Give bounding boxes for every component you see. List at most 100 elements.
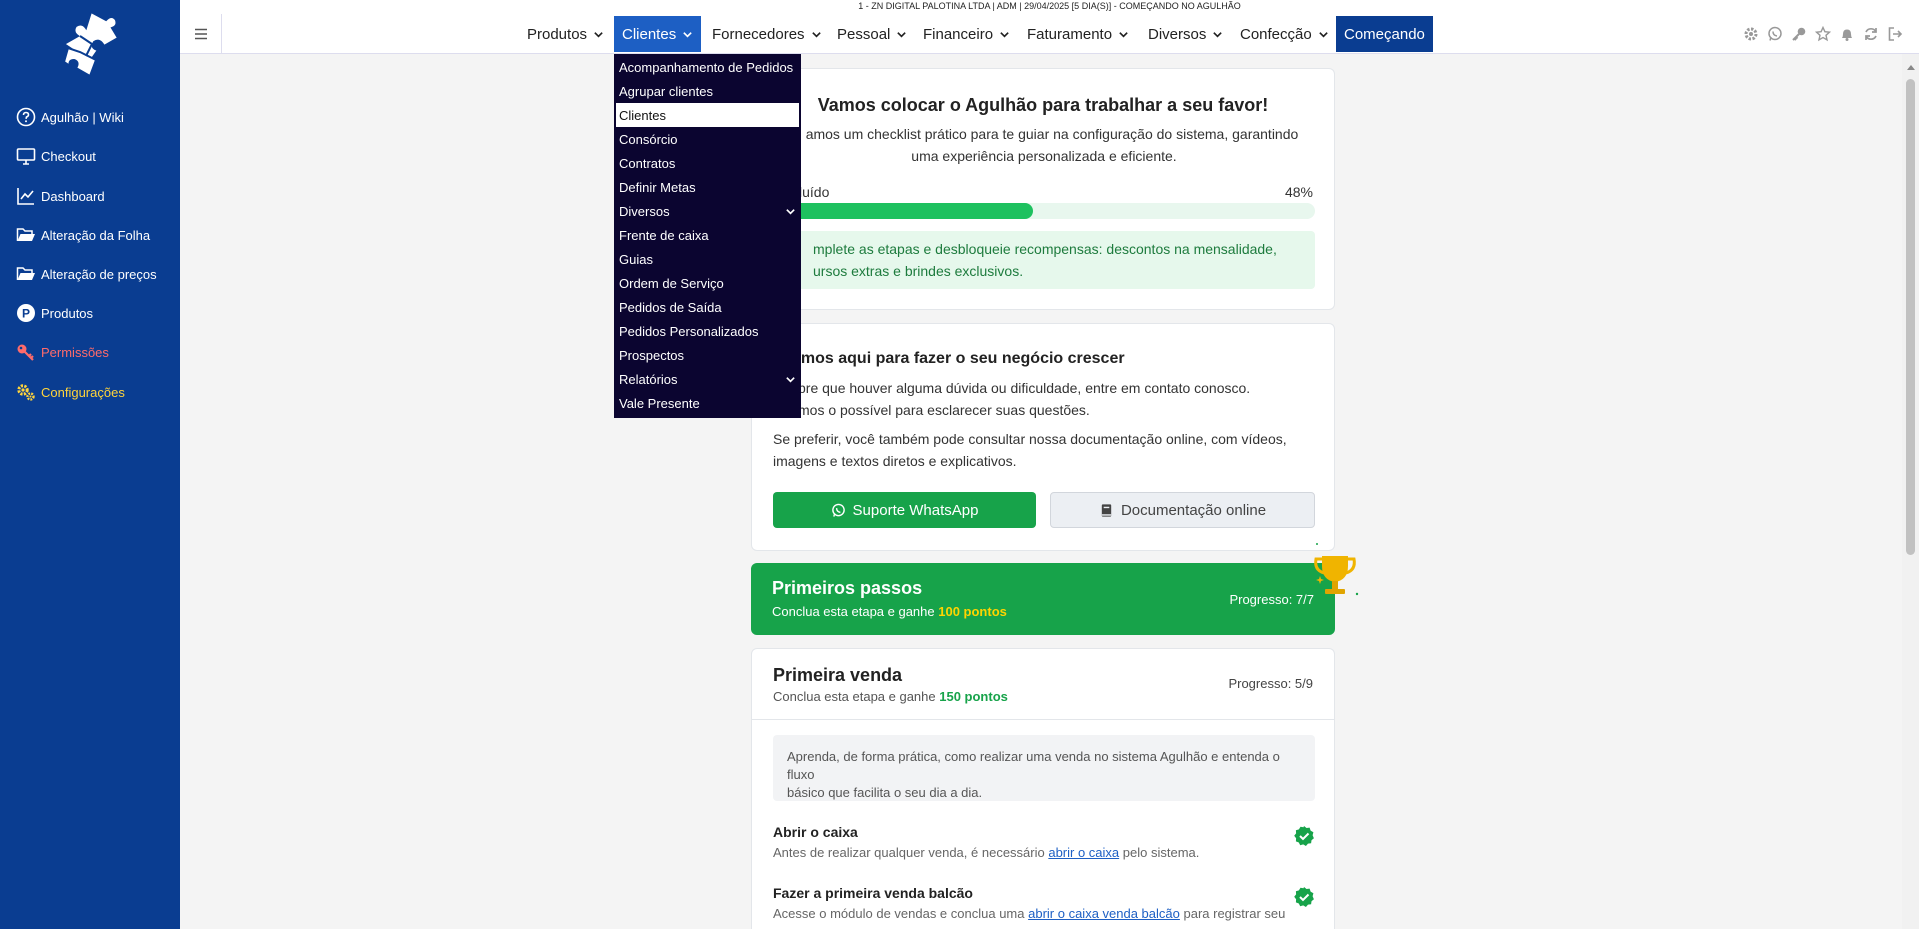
chevron-down-icon	[1213, 31, 1223, 38]
menu-item-agrupar-clientes[interactable]: Agrupar clientes	[614, 79, 801, 103]
sign-out-icon[interactable]	[1886, 25, 1903, 42]
intro-line1: Aprenda, de forma prática, como realizar…	[787, 749, 1280, 782]
nav-fornecedores[interactable]: Fornecedores	[704, 16, 830, 52]
first-steps-progress: Progresso: 7/7	[1229, 592, 1314, 607]
first-steps-title: Primeiros passos	[772, 578, 923, 598]
folder-open-icon	[16, 228, 35, 241]
welcome-desc-line1: amos um checklist prático para te guiar …	[805, 126, 1299, 142]
sidebar-item-alteracao-folha[interactable]: Alteração da Folha	[16, 222, 150, 248]
first-steps-subtitle-text: Conclua esta etapa e ganhe	[772, 604, 939, 619]
task-title: Abrir o caixa	[773, 824, 858, 840]
key-icon[interactable]	[1790, 25, 1807, 42]
menu-item-acompanhamento-pedidos[interactable]: Acompanhamento de Pedidos	[614, 55, 801, 79]
docs-button-label: Documentação online	[1120, 501, 1267, 519]
svg-text:P: P	[22, 307, 30, 321]
star-icon[interactable]	[1814, 25, 1831, 42]
menu-item-label: Guias	[619, 251, 653, 267]
menu-item-label: Ordem de Serviço	[619, 275, 724, 291]
trophy-icon	[1314, 543, 1359, 596]
divider	[752, 719, 1334, 720]
support-line4: imagens e textos diretos e explicativos.	[773, 453, 1017, 469]
bell-icon[interactable]	[1838, 25, 1855, 42]
sidebar-item-label: Checkout	[41, 148, 96, 164]
sidebar-item-configuracoes[interactable]: Configurações	[16, 379, 125, 405]
menu-item-pedidos-personalizados[interactable]: Pedidos Personalizados	[614, 319, 801, 343]
menu-item-vale-presente[interactable]: Vale Presente	[614, 391, 801, 415]
nav-faturamento[interactable]: Faturamento	[1019, 16, 1137, 52]
menu-item-diversos[interactable]: Diversos	[614, 199, 801, 223]
gear-icon[interactable]	[1742, 25, 1759, 42]
chevron-down-icon	[1318, 31, 1328, 38]
sidebar-item-checkout[interactable]: Checkout	[16, 143, 96, 169]
sidebar-item-dashboard[interactable]: Dashboard	[16, 183, 105, 209]
nav-label: Produtos	[527, 25, 588, 43]
sidebar: Agulhão | Wiki Checkout Dashboard Altera…	[0, 0, 180, 929]
whatsapp-icon	[831, 503, 845, 517]
support-line3: Se preferir, você também pode consultar …	[773, 431, 1287, 447]
first-sale-progress: Progresso: 5/9	[1228, 676, 1313, 691]
menu-item-ordem-servico[interactable]: Ordem de Serviço	[614, 271, 801, 295]
menu-item-frente-caixa[interactable]: Frente de caixa	[614, 223, 801, 247]
nav-comecando[interactable]: Começando	[1336, 16, 1433, 52]
abrir-caixa-link[interactable]: abrir o caixa	[1048, 845, 1119, 860]
refresh-icon[interactable]	[1862, 25, 1879, 42]
menu-item-guias[interactable]: Guias	[614, 247, 801, 271]
support-title: amos aqui para fazer o seu negócio cresc…	[792, 350, 1125, 367]
nav-clientes[interactable]: Clientes	[614, 16, 702, 52]
menu-item-prospectos[interactable]: Prospectos	[614, 343, 801, 367]
menu-item-pedidos-saida[interactable]: Pedidos de Saída	[614, 295, 801, 319]
sidebar-item-permissoes[interactable]: Permissões	[16, 339, 109, 365]
rewards-alert: mplete as etapas e desbloqueie recompens…	[773, 231, 1315, 289]
nav-label: Faturamento	[1027, 25, 1113, 43]
whatsapp-button-label: Suporte WhatsApp	[852, 501, 979, 519]
task-desc-text: Acesse o módulo de vendas e conclua uma	[773, 906, 1029, 921]
welcome-card: Vamos colocar o Agulhão para trabalhar a…	[751, 68, 1335, 310]
nav-diversos[interactable]: Diversos	[1140, 16, 1231, 52]
menu-item-consorcio[interactable]: Consórcio	[614, 127, 801, 151]
rewards-alert-line2: ursos extras e brindes exclusivos.	[813, 263, 1024, 279]
chevron-down-icon	[594, 31, 603, 38]
key-icon	[17, 344, 34, 361]
venda-balcao-link[interactable]: abrir o caixa venda balcão	[1028, 906, 1180, 921]
rewards-alert-line1: mplete as etapas e desbloqueie recompens…	[813, 241, 1277, 257]
menu-item-clientes[interactable]: Clientes	[616, 103, 799, 127]
first-steps-points: 100 pontos	[938, 604, 1007, 619]
sidebar-item-produtos[interactable]: P Produtos	[16, 300, 93, 326]
sidebar-item-label: Dashboard	[41, 188, 105, 204]
nav-label: Fornecedores	[712, 25, 805, 43]
sidebar-item-wiki[interactable]: Agulhão | Wiki	[16, 104, 124, 130]
menu-toggle-button[interactable]	[180, 14, 222, 53]
folder-open-icon	[16, 267, 35, 280]
sidebar-item-label: Alteração da Folha	[41, 227, 151, 243]
hamburger-icon	[194, 28, 207, 39]
menu-item-definir-metas[interactable]: Definir Metas	[614, 175, 801, 199]
menu-item-relatorios[interactable]: Relatórios	[614, 367, 801, 391]
online-docs-button[interactable]: Documentação online	[1050, 492, 1315, 528]
task-desc: Acesse o módulo de vendas e conclua uma …	[773, 906, 1285, 921]
logo-puzzle-icon[interactable]	[60, 8, 122, 84]
menu-item-label: Relatórios	[619, 371, 678, 387]
menu-item-label: Frente de caixa	[619, 227, 709, 243]
gears-icon	[17, 384, 35, 401]
nav-confeccao[interactable]: Confecção	[1232, 16, 1337, 52]
nav-produtos[interactable]: Produtos	[519, 16, 612, 52]
menu-item-label: Acompanhamento de Pedidos	[619, 59, 794, 75]
nav-label: Pessoal	[837, 25, 891, 43]
menu-item-contratos[interactable]: Contratos	[614, 151, 801, 175]
nav-pessoal[interactable]: Pessoal	[829, 16, 915, 52]
chevron-down-icon	[683, 31, 692, 38]
chevron-down-icon	[811, 31, 821, 38]
scrollbar-thumb[interactable]	[1906, 79, 1915, 555]
sidebar-item-label: Produtos	[41, 305, 94, 321]
whatsapp-support-button[interactable]: Suporte WhatsApp	[773, 492, 1036, 528]
first-sale-points: 150 pontos	[939, 689, 1008, 704]
question-circle-icon	[16, 107, 36, 127]
scroll-up-arrow[interactable]	[1907, 65, 1915, 70]
progress-bar	[773, 203, 1315, 219]
monitor-icon	[16, 148, 36, 165]
first-steps-banner[interactable]: Primeiros passos Conclua esta etapa e ga…	[751, 563, 1335, 635]
whatsapp-icon[interactable]	[1766, 25, 1783, 42]
sidebar-item-label: Alteração de preços	[41, 266, 157, 282]
sidebar-item-alteracao-precos[interactable]: Alteração de preços	[16, 261, 157, 287]
nav-financeiro[interactable]: Financeiro	[915, 16, 1018, 52]
